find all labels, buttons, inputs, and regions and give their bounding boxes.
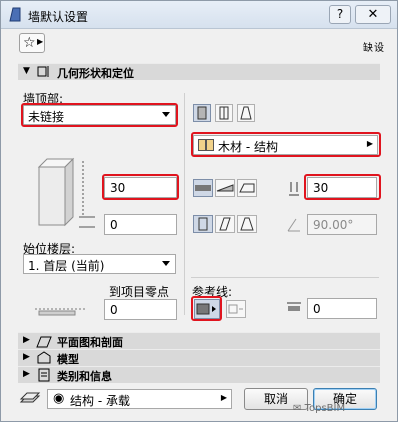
title-bar: 墙默认设置 ? ✕ xyxy=(1,1,397,29)
plan-section-icon xyxy=(36,336,52,348)
chevron-right-icon: ▶ xyxy=(220,393,227,402)
highlight-box xyxy=(191,296,222,321)
wall-geometry-trapezoid-button[interactable] xyxy=(237,179,257,197)
elevation-icon xyxy=(35,308,87,316)
layer-value: 结构 - 承载 xyxy=(70,394,130,408)
highlight-box xyxy=(21,103,178,127)
wechat-icon: ✉ xyxy=(293,403,305,414)
highlight-box xyxy=(191,132,381,157)
slanted-wall-icon xyxy=(219,217,231,231)
watermark: ✉ TopsBIM xyxy=(293,403,345,414)
window-title: 墙默认设置 xyxy=(28,10,89,24)
divider xyxy=(191,277,379,278)
trapezoid-wall-icon xyxy=(239,183,255,193)
reference-offset-value: 0 xyxy=(313,302,321,316)
to-project-zero-field[interactable]: 0 xyxy=(104,299,177,320)
reference-offset-icon xyxy=(287,302,301,311)
favorites-button[interactable]: ☆ ▶ xyxy=(19,33,45,53)
close-button[interactable]: ✕ xyxy=(355,5,391,24)
hatch-pattern-icon xyxy=(195,185,211,191)
composite-wall-icon xyxy=(219,106,229,120)
thickness-icon xyxy=(289,182,299,196)
layer-dropdown[interactable]: ◉ 结构 - 承载 ▶ xyxy=(47,389,232,409)
chevron-right-icon: ▶ xyxy=(23,335,30,345)
to-project-zero-label: 到项目零点 xyxy=(109,285,170,299)
slanted-profile-button[interactable] xyxy=(215,215,235,233)
wall-3d-preview xyxy=(37,157,95,228)
reference-offset-field[interactable]: 0 xyxy=(307,298,377,319)
caret-down-icon xyxy=(162,261,170,266)
home-story-dropdown[interactable]: 1. 首层 (当前) xyxy=(23,254,176,274)
slant-angle-icon xyxy=(287,218,300,232)
section-label: 平面图和剖面 xyxy=(57,336,123,349)
wall-app-icon xyxy=(9,7,21,22)
composite-structure-button[interactable] xyxy=(215,104,233,122)
base-offset-field[interactable]: 0 xyxy=(104,214,177,235)
column-divider xyxy=(184,93,185,315)
star-icon: ☆ xyxy=(23,35,36,51)
slant-angle-field[interactable]: 90.00° xyxy=(307,214,377,235)
geometry-icon xyxy=(37,66,49,77)
fill-pattern-button[interactable] xyxy=(193,179,213,197)
reference-line-flip-button[interactable] xyxy=(226,300,246,318)
section-classification[interactable]: ▶ 类别和信息 xyxy=(18,366,380,383)
watermark-text: TopsBIM xyxy=(304,403,346,414)
help-button[interactable]: ? xyxy=(329,5,351,24)
to-project-zero-value: 0 xyxy=(110,303,118,317)
basic-structure-button[interactable] xyxy=(193,104,211,122)
vertical-wall-icon xyxy=(198,217,208,231)
section-label: 几何形状和定位 xyxy=(57,67,134,80)
base-offset-value: 0 xyxy=(110,218,118,232)
wall-geometry-straight-button[interactable] xyxy=(215,179,235,197)
straight-profile-button[interactable] xyxy=(193,215,213,233)
chevron-right-icon: ▶ xyxy=(37,37,44,46)
home-story-value: 1. 首层 (当前) xyxy=(28,259,105,273)
chevron-right-icon: ▶ xyxy=(23,369,30,379)
double-slanted-profile-button[interactable] xyxy=(237,215,257,233)
slant-angle-value: 90.00° xyxy=(313,218,354,232)
section-plan-and-section[interactable]: ▶ 平面图和剖面 xyxy=(18,332,380,349)
highlight-box xyxy=(102,174,179,200)
section-model[interactable]: ▶ 模型 xyxy=(18,349,380,366)
mode-label: 缺设 xyxy=(363,43,385,54)
basic-wall-icon xyxy=(197,106,207,120)
complex-profile-button[interactable] xyxy=(237,104,255,122)
model-icon xyxy=(37,351,51,364)
chevron-right-icon: ▶ xyxy=(23,352,30,362)
double-slanted-wall-icon xyxy=(240,217,254,231)
eye-icon: ◉ xyxy=(53,391,65,406)
section-label: 类别和信息 xyxy=(57,370,112,383)
layer-icon xyxy=(19,392,41,403)
section-label: 模型 xyxy=(57,353,79,366)
highlight-box xyxy=(304,174,381,200)
classification-icon xyxy=(38,368,50,382)
complex-profile-icon xyxy=(240,106,252,120)
chevron-down-icon: ▼ xyxy=(23,66,30,76)
flip-icon xyxy=(228,304,243,314)
wall-default-settings-dialog: 墙默认设置 ? ✕ ☆ ▶ 缺设 ▼ 几何形状和定位 墙顶部: 未链接 30 0… xyxy=(0,0,398,422)
straight-wall-icon xyxy=(216,184,234,192)
section-geometry[interactable]: ▼ 几何形状和定位 xyxy=(18,63,380,80)
